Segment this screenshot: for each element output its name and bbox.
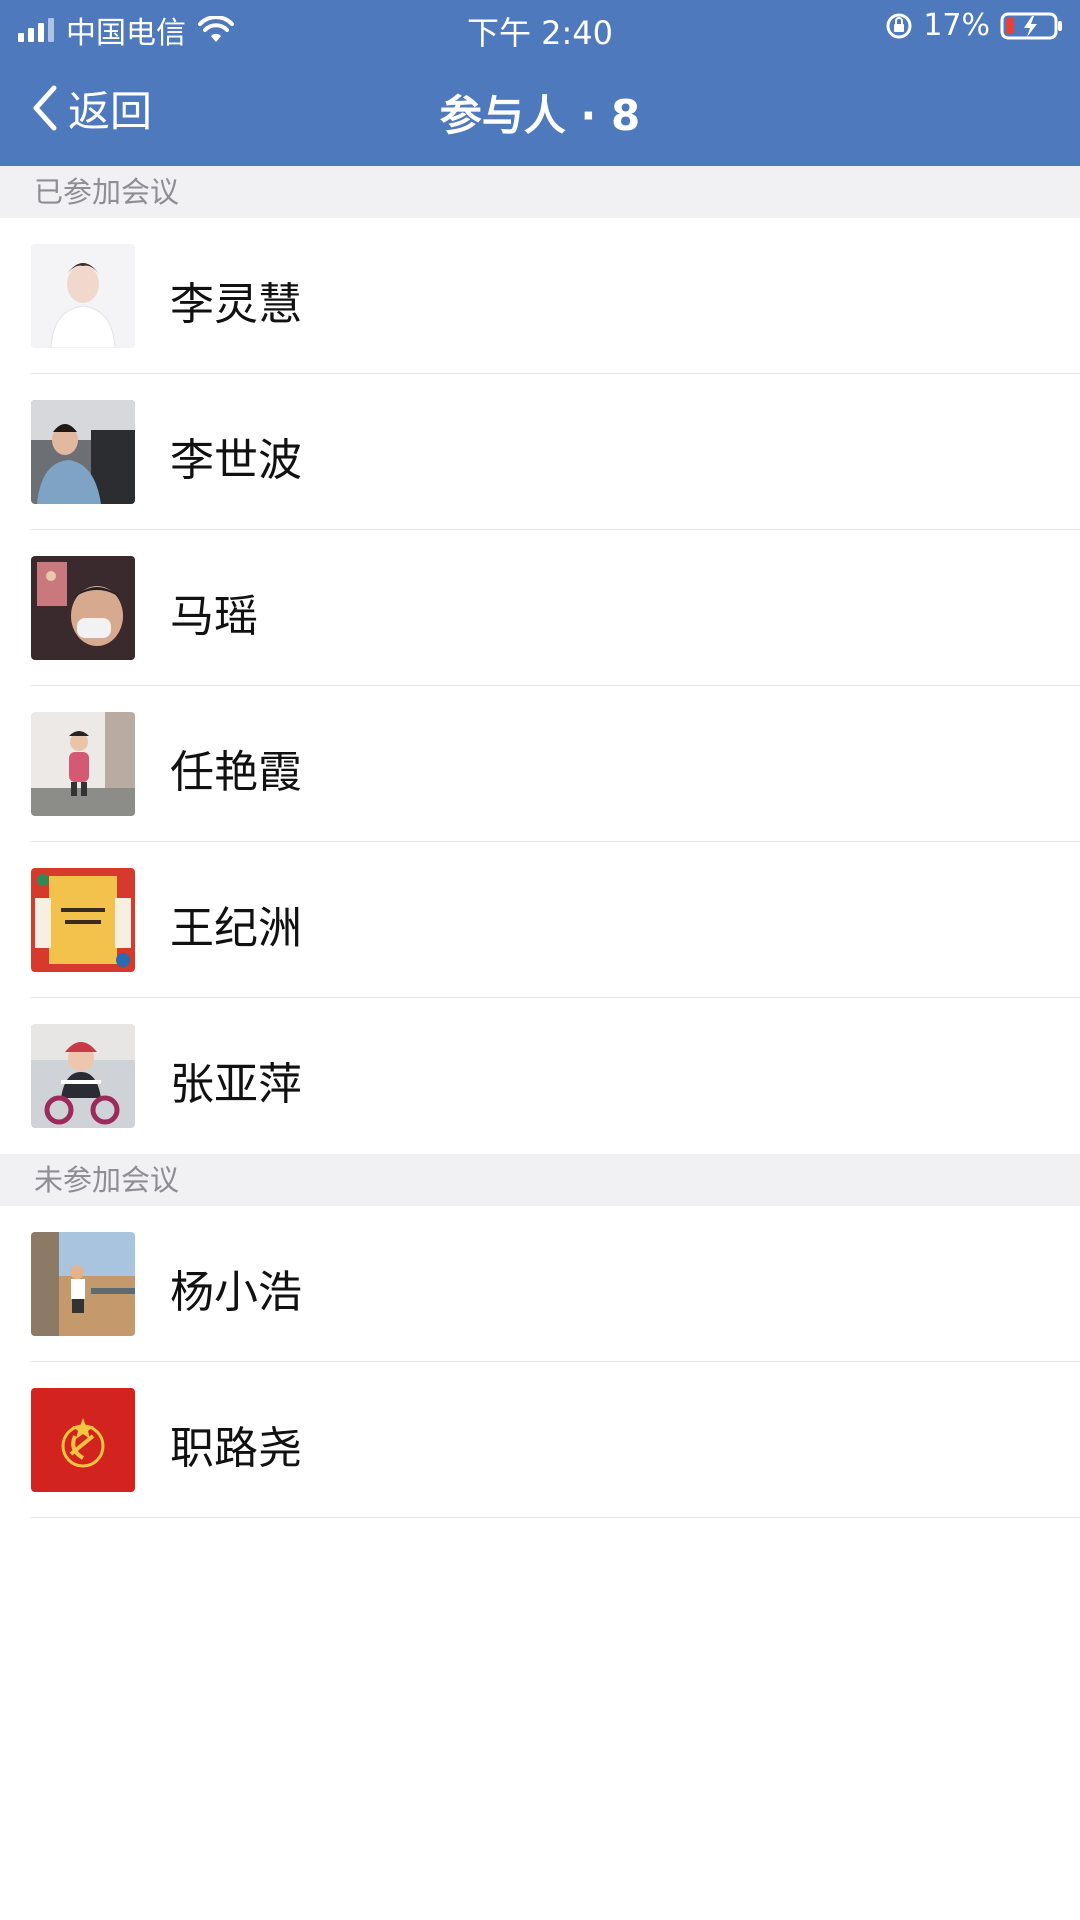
page-title: 参与人 · 8	[439, 91, 641, 140]
person-name: 杨小浩	[170, 1267, 302, 1318]
status-right: 17%	[885, 8, 1064, 43]
person-name: 李灵慧	[170, 279, 302, 330]
list-item[interactable]: 杨小浩	[0, 1206, 1080, 1362]
section-header-not-attended: 未参加会议	[0, 1154, 1080, 1206]
status-bar: 中国电信 下午 2:40 17%	[0, 0, 1080, 54]
person-name: 马瑶	[170, 591, 258, 642]
person-name: 任艳霞	[170, 747, 302, 798]
list-item[interactable]: 马瑶	[0, 530, 1080, 686]
list-item[interactable]: 李世波	[0, 374, 1080, 530]
divider	[31, 1517, 1080, 1518]
avatar	[31, 400, 135, 504]
avatar	[31, 1388, 135, 1492]
avatar	[31, 712, 135, 816]
person-name: 李世波	[170, 435, 302, 486]
list-item[interactable]: 职路尧	[0, 1362, 1080, 1518]
person-name: 职路尧	[170, 1423, 302, 1474]
avatar	[31, 244, 135, 348]
navigation-bar: 返回 参与人 · 8	[0, 54, 1080, 166]
person-name: 王纪洲	[170, 903, 302, 954]
avatar	[31, 556, 135, 660]
section-header-attended: 已参加会议	[0, 166, 1080, 218]
orientation-lock-icon	[886, 13, 912, 38]
battery-percent: 17%	[923, 8, 990, 43]
person-name: 张亚萍	[170, 1059, 302, 1110]
empty-area	[0, 1518, 1080, 1914]
list-item[interactable]: 李灵慧	[0, 218, 1080, 374]
avatar	[31, 1024, 135, 1128]
list-item[interactable]: 王纪洲	[0, 842, 1080, 998]
avatar	[31, 1232, 135, 1336]
list-item[interactable]: 张亚萍	[0, 998, 1080, 1154]
avatar	[31, 868, 135, 972]
top-bar: 中国电信 下午 2:40 17% 返回 参与人 · 8	[0, 0, 1080, 166]
list-item[interactable]: 任艳霞	[0, 686, 1080, 842]
battery-charging-icon	[1000, 12, 1062, 39]
